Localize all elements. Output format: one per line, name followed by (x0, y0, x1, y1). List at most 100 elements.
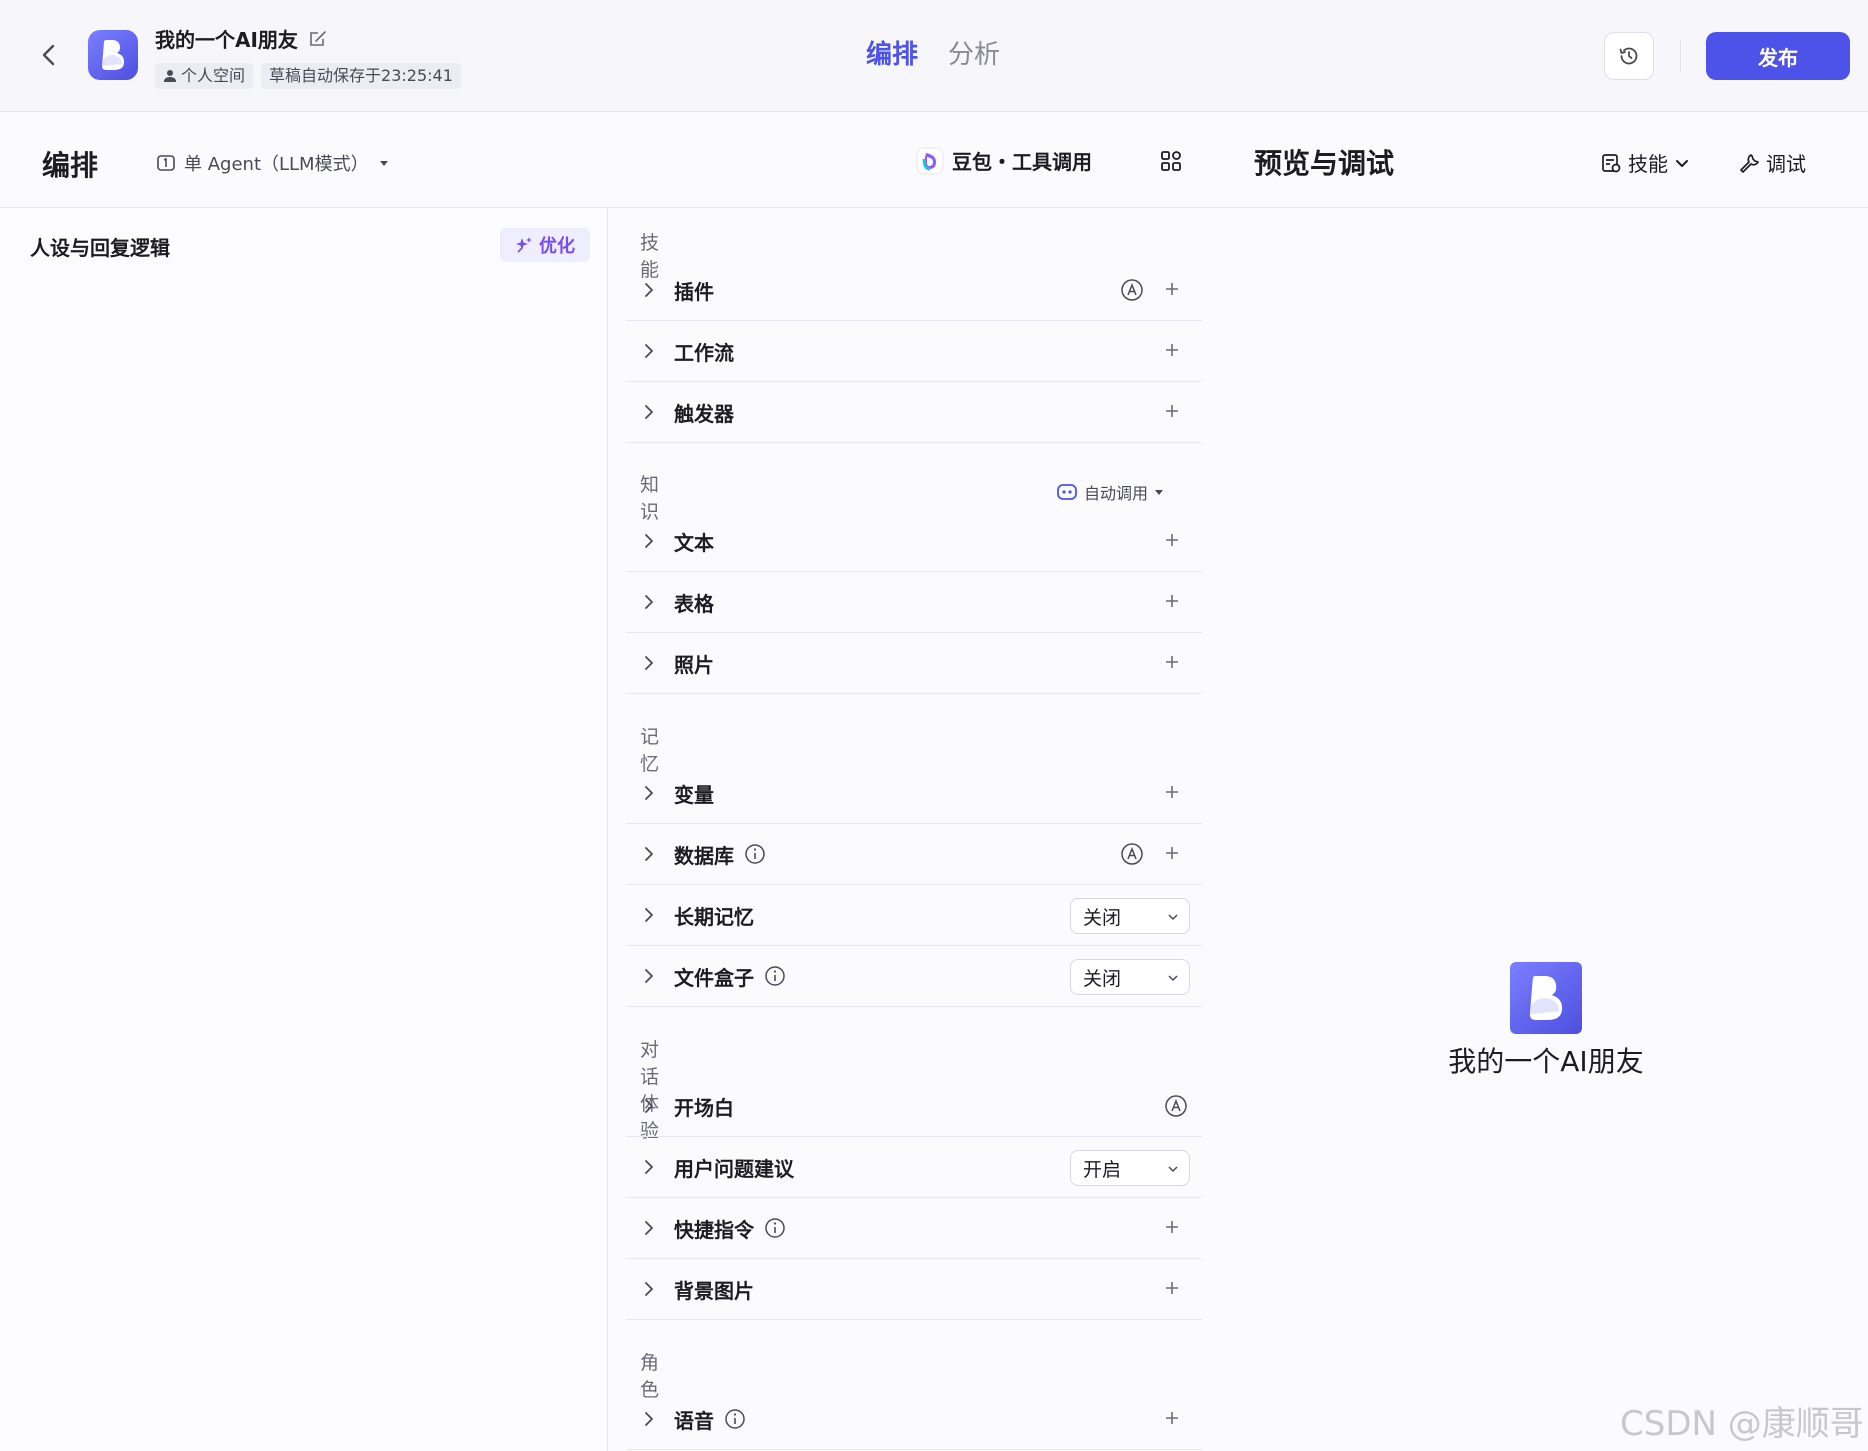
tab-analysis[interactable]: 分析 (948, 34, 1000, 71)
tab-arrange[interactable]: 编排 (866, 34, 918, 71)
add-workflow-icon[interactable] (1162, 340, 1182, 360)
suggestion-select[interactable]: 开启 (1070, 1150, 1190, 1186)
info-icon[interactable] (764, 965, 786, 987)
row-table-label: 表格 (674, 591, 714, 616)
row-trigger[interactable]: 触发器 (626, 382, 1202, 443)
chevron-right-icon (645, 1160, 653, 1174)
section-title: 编排 (42, 149, 99, 182)
knowledge-mode-select[interactable]: 自动调用 (1056, 480, 1164, 504)
skills-dropdown[interactable]: 技能 (1600, 148, 1690, 177)
chevron-down-icon (1676, 159, 1688, 167)
auto-a-icon (1121, 279, 1143, 301)
top-bar: 我的一个AI朋友 个人空间 草稿自动保存于23:25:41 编排 分析 发布 (0, 0, 1868, 112)
file-box-select[interactable]: 关闭 (1070, 959, 1190, 995)
history-icon (1619, 47, 1638, 65)
row-long-term-memory[interactable]: 长期记忆 关闭 (626, 885, 1202, 946)
row-suggestion[interactable]: 用户问题建议 开启 (626, 1137, 1202, 1198)
row-photo[interactable]: 照片 (626, 633, 1202, 694)
add-trigger-icon[interactable] (1162, 401, 1182, 421)
add-plugin-icon[interactable] (1162, 279, 1182, 299)
persona-panel: 人设与回复逻辑 优化 (0, 208, 608, 1451)
row-shortcut[interactable]: 快捷指令 (626, 1198, 1202, 1259)
add-table-icon[interactable] (1162, 591, 1182, 611)
chevron-right-icon (645, 405, 653, 419)
chevron-right-icon (645, 656, 653, 670)
publish-button[interactable]: 发布 (1706, 32, 1850, 80)
add-voice-icon[interactable] (1162, 1408, 1182, 1428)
row-workflow[interactable]: 工作流 (626, 321, 1202, 382)
info-icon[interactable] (724, 1408, 746, 1430)
caret-down-icon (379, 161, 388, 166)
info-icon[interactable] (744, 843, 766, 865)
chevron-left-icon (42, 44, 55, 66)
skills-icon (1602, 153, 1621, 172)
grid-icon (1161, 151, 1181, 171)
row-voice[interactable]: 语音 (626, 1389, 1202, 1450)
bot-tags: 个人空间 草稿自动保存于23:25:41 (155, 63, 461, 89)
agent-mode-select[interactable]: 单 Agent（LLM模式） (156, 150, 391, 176)
row-opening-label: 开场白 (674, 1095, 734, 1120)
divider (1680, 40, 1681, 72)
row-text-label: 文本 (674, 530, 714, 555)
draft-status-tag: 草稿自动保存于23:25:41 (261, 63, 461, 89)
add-database-icon[interactable] (1162, 843, 1182, 863)
auto-a-icon (1121, 843, 1143, 865)
info-icon[interactable] (764, 1217, 786, 1239)
row-text[interactable]: 文本 (626, 511, 1202, 572)
row-plugin[interactable]: 插件 (626, 260, 1202, 321)
row-suggestion-label: 用户问题建议 (674, 1156, 794, 1181)
history-button[interactable] (1604, 32, 1654, 80)
doubao-logo-icon (916, 147, 944, 174)
preview-bot-avatar (1510, 962, 1582, 1034)
chevron-right-icon (645, 1099, 653, 1113)
persona-title: 人设与回复逻辑 (30, 236, 170, 260)
chevron-right-icon (645, 283, 653, 297)
chevron-right-icon (645, 595, 653, 609)
row-shortcut-label: 快捷指令 (674, 1214, 786, 1243)
chevron-down-icon (1168, 914, 1178, 921)
add-shortcut-icon[interactable] (1162, 1217, 1182, 1237)
row-trigger-label: 触发器 (674, 401, 734, 426)
caret-down-icon (1155, 490, 1164, 495)
apps-grid-button[interactable] (1158, 148, 1184, 174)
robot-icon (1057, 484, 1077, 500)
add-photo-icon[interactable] (1162, 652, 1182, 672)
row-voice-label: 语音 (674, 1405, 746, 1434)
row-file-box[interactable]: 文件盒子 关闭 (626, 946, 1202, 1007)
bot-logo-icon (102, 40, 124, 70)
space-tag: 个人空间 (155, 63, 254, 89)
chevron-down-icon (1168, 975, 1178, 982)
chevron-right-icon (645, 534, 653, 548)
row-table[interactable]: 表格 (626, 572, 1202, 633)
row-opening[interactable]: 开场白 (626, 1076, 1202, 1137)
add-text-icon[interactable] (1162, 530, 1182, 550)
watermark: CSDN @康顺哥 (1620, 1404, 1864, 1444)
bot-avatar (88, 30, 138, 80)
add-variable-icon[interactable] (1162, 782, 1182, 802)
chevron-right-icon (645, 847, 653, 861)
row-database[interactable]: 数据库 (626, 824, 1202, 885)
chevron-right-icon (645, 344, 653, 358)
chevron-right-icon (645, 1221, 653, 1235)
preview-bot-name: 我的一个AI朋友 (1448, 1045, 1644, 1078)
row-file-box-label: 文件盒子 (674, 962, 786, 991)
debug-button[interactable]: 调试 (1738, 148, 1806, 177)
back-button[interactable] (34, 40, 64, 70)
row-background-label: 背景图片 (674, 1278, 754, 1303)
preview-title: 预览与调试 (1254, 147, 1395, 180)
row-variable[interactable]: 变量 (626, 763, 1202, 824)
chevron-right-icon (645, 908, 653, 922)
chevron-right-icon (645, 1282, 653, 1296)
chevron-right-icon (645, 786, 653, 800)
row-photo-label: 照片 (674, 652, 714, 677)
long-term-memory-select[interactable]: 关闭 (1070, 898, 1190, 934)
optimize-button[interactable]: 优化 (500, 228, 590, 262)
row-variable-label: 变量 (674, 782, 714, 807)
wrench-icon (1740, 153, 1759, 173)
row-background[interactable]: 背景图片 (626, 1259, 1202, 1320)
chevron-right-icon (645, 1412, 653, 1426)
edit-icon[interactable] (308, 29, 328, 49)
model-select[interactable]: 豆包・工具调用 (916, 146, 1092, 175)
add-background-icon[interactable] (1162, 1278, 1182, 1298)
row-workflow-label: 工作流 (674, 340, 734, 365)
